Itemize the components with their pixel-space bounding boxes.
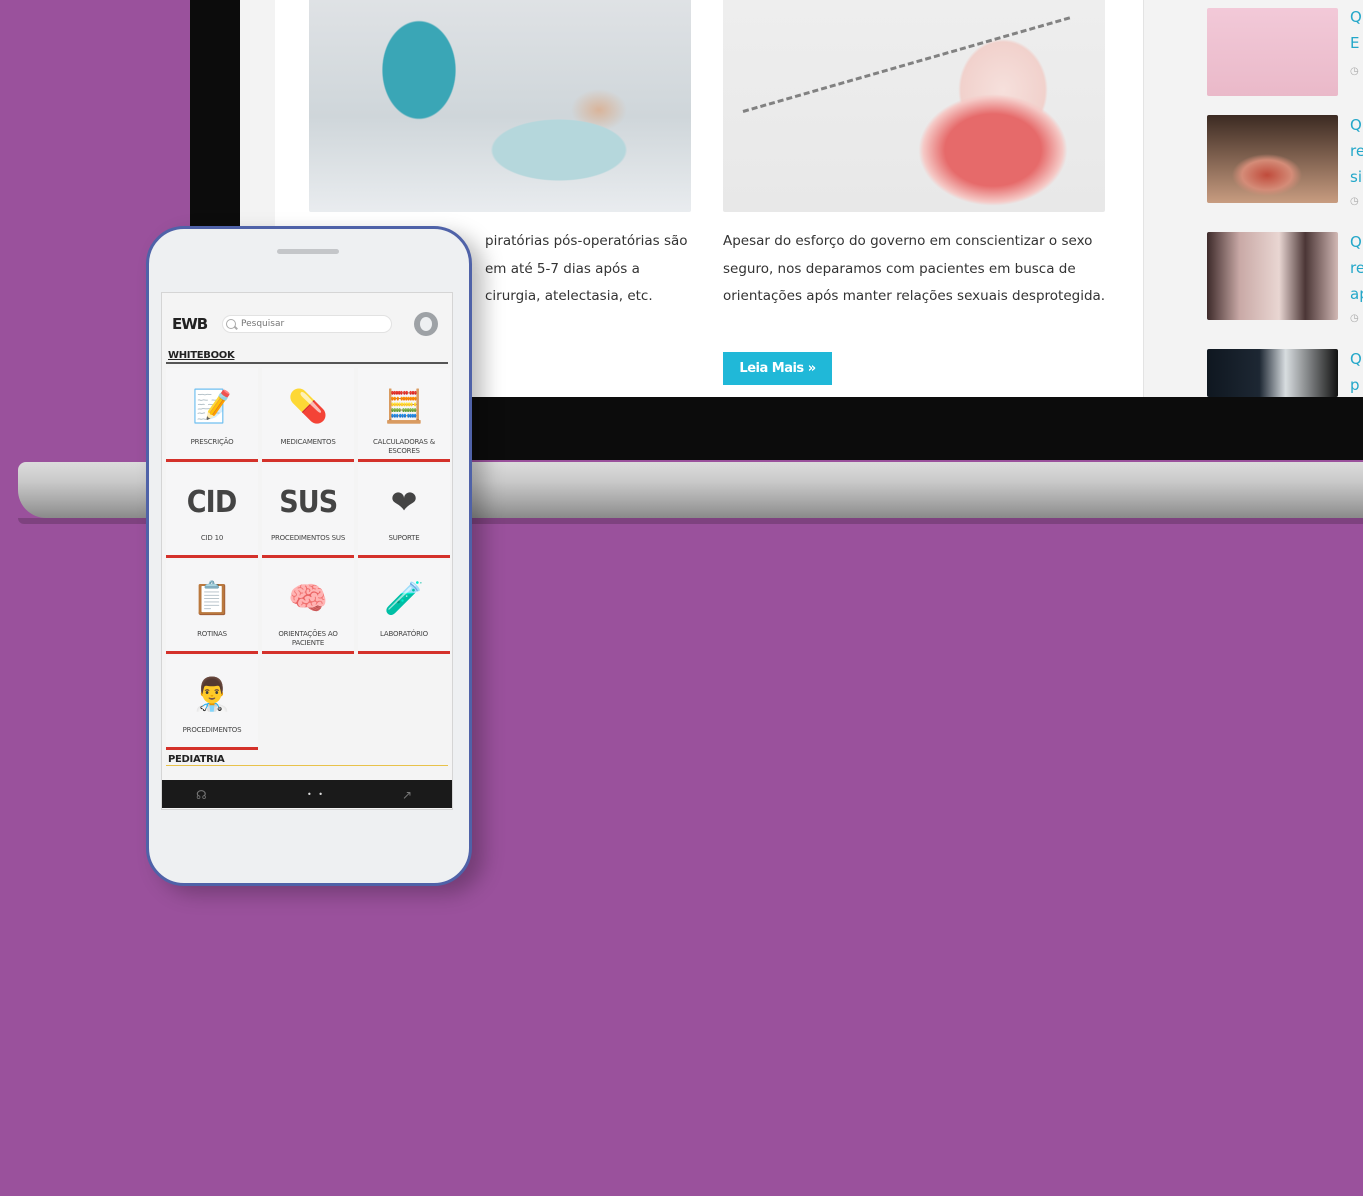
- app-header: EWB: [162, 293, 452, 353]
- tile-label: LABORATÓRIO: [380, 630, 428, 638]
- related-post-title[interactable]: QE: [1350, 4, 1362, 56]
- section-divider: [166, 765, 448, 766]
- tile-label: ROTINAS: [197, 630, 227, 638]
- tile-medicamentos[interactable]: 💊 MEDICAMENTOS: [262, 368, 354, 462]
- app-logo[interactable]: EWB: [172, 315, 208, 333]
- prescription-icon: 📝: [192, 387, 232, 425]
- tile-calculadoras[interactable]: 🧮 CALCULADORAS & ESCORES: [358, 368, 450, 462]
- tile-laboratorio[interactable]: 🧪 LABORATÓRIO: [358, 560, 450, 654]
- support-heart-icon: ❤: [390, 483, 418, 521]
- tile-suporte[interactable]: ❤ SUPORTE: [358, 464, 450, 558]
- tile-cid10[interactable]: CID CID 10: [166, 464, 258, 558]
- related-post-thumb[interactable]: [1207, 232, 1338, 320]
- related-post-thumb[interactable]: [1207, 8, 1338, 96]
- nav-share-icon[interactable]: ↗: [402, 788, 412, 802]
- doctor-icon: 👨‍⚕️: [192, 675, 232, 713]
- lab-tube-icon: 🧪: [384, 579, 424, 617]
- head-icon: 🧠: [288, 579, 328, 617]
- nav-page-dots: • •: [307, 790, 325, 799]
- calculator-icon: 🧮: [384, 387, 424, 425]
- feature-grid: 📝 PRESCRIÇÃO 💊 MEDICAMENTOS 🧮 CALCULADOR…: [166, 368, 450, 750]
- phone-speaker: [277, 249, 339, 254]
- tile-label: CALCULADORAS & ESCORES: [372, 438, 436, 455]
- clock-icon: ◷: [1350, 313, 1359, 324]
- read-more-button[interactable]: Leia Mais »: [723, 352, 832, 385]
- tile-label: SUPORTE: [388, 534, 420, 542]
- profile-icon[interactable]: [414, 312, 438, 336]
- clipboard-icon: 📋: [192, 579, 232, 617]
- tile-procedimentos-sus[interactable]: SUS PROCEDIMENTOS SUS: [262, 464, 354, 558]
- related-post-thumb[interactable]: [1207, 349, 1338, 397]
- related-post-title[interactable]: Qre si: [1350, 112, 1363, 190]
- tile-orientacoes[interactable]: 🧠 ORIENTAÇÕES AO PACIENTE: [262, 560, 354, 654]
- tile-label: MEDICAMENTOS: [280, 438, 336, 446]
- tile-label: ORIENTAÇÕES AO PACIENTE: [278, 630, 338, 647]
- tile-prescricao[interactable]: 📝 PRESCRIÇÃO: [166, 368, 258, 462]
- section-title-pediatria: PEDIATRIA: [168, 754, 225, 765]
- tile-label: PRESCRIÇÃO: [190, 438, 234, 446]
- tile-label: CID 10: [200, 534, 224, 542]
- clock-icon: ◷: [1350, 196, 1359, 207]
- pill-icon: 💊: [288, 387, 328, 425]
- section-title-whitebook: WHITEBOOK: [168, 350, 235, 361]
- related-post-title[interactable]: Qp: [1350, 346, 1362, 397]
- smartphone: EWB WHITEBOOK 📝 PRESCRIÇÃO 💊 MEDICAMENTO…: [146, 226, 472, 886]
- related-post-title[interactable]: Qreap: [1350, 229, 1363, 307]
- article-image-condom[interactable]: [723, 0, 1105, 212]
- tile-label: PROCEDIMENTOS SUS: [270, 534, 346, 542]
- bottom-nav-bar: ☊ • • ↗: [162, 780, 452, 808]
- tile-label: PROCEDIMENTOS: [182, 726, 242, 734]
- section-divider: [166, 362, 448, 364]
- clock-icon: ◷: [1350, 66, 1359, 77]
- tile-rotinas[interactable]: 📋 ROTINAS: [166, 560, 258, 654]
- article-excerpt-1: piratórias pós-operatórias são em até 5-…: [485, 233, 688, 304]
- nav-stethoscope-icon[interactable]: ☊: [196, 788, 207, 802]
- cid-icon: CID: [187, 484, 237, 520]
- app-screen: EWB WHITEBOOK 📝 PRESCRIÇÃO 💊 MEDICAMENTO…: [161, 292, 453, 810]
- sus-icon: SUS: [278, 484, 338, 520]
- related-post-thumb[interactable]: [1207, 115, 1338, 203]
- search-input[interactable]: [222, 315, 392, 333]
- tile-procedimentos[interactable]: 👨‍⚕️ PROCEDIMENTOS: [166, 656, 258, 750]
- article-excerpt-2: Apesar do esforço do governo em conscien…: [723, 233, 1106, 304]
- article-image-patient[interactable]: [309, 0, 691, 212]
- sidebar-related-posts: QE ◷ Qresi ◷ Qreap ◷ Qp: [1207, 0, 1363, 397]
- search-icon: [226, 319, 236, 329]
